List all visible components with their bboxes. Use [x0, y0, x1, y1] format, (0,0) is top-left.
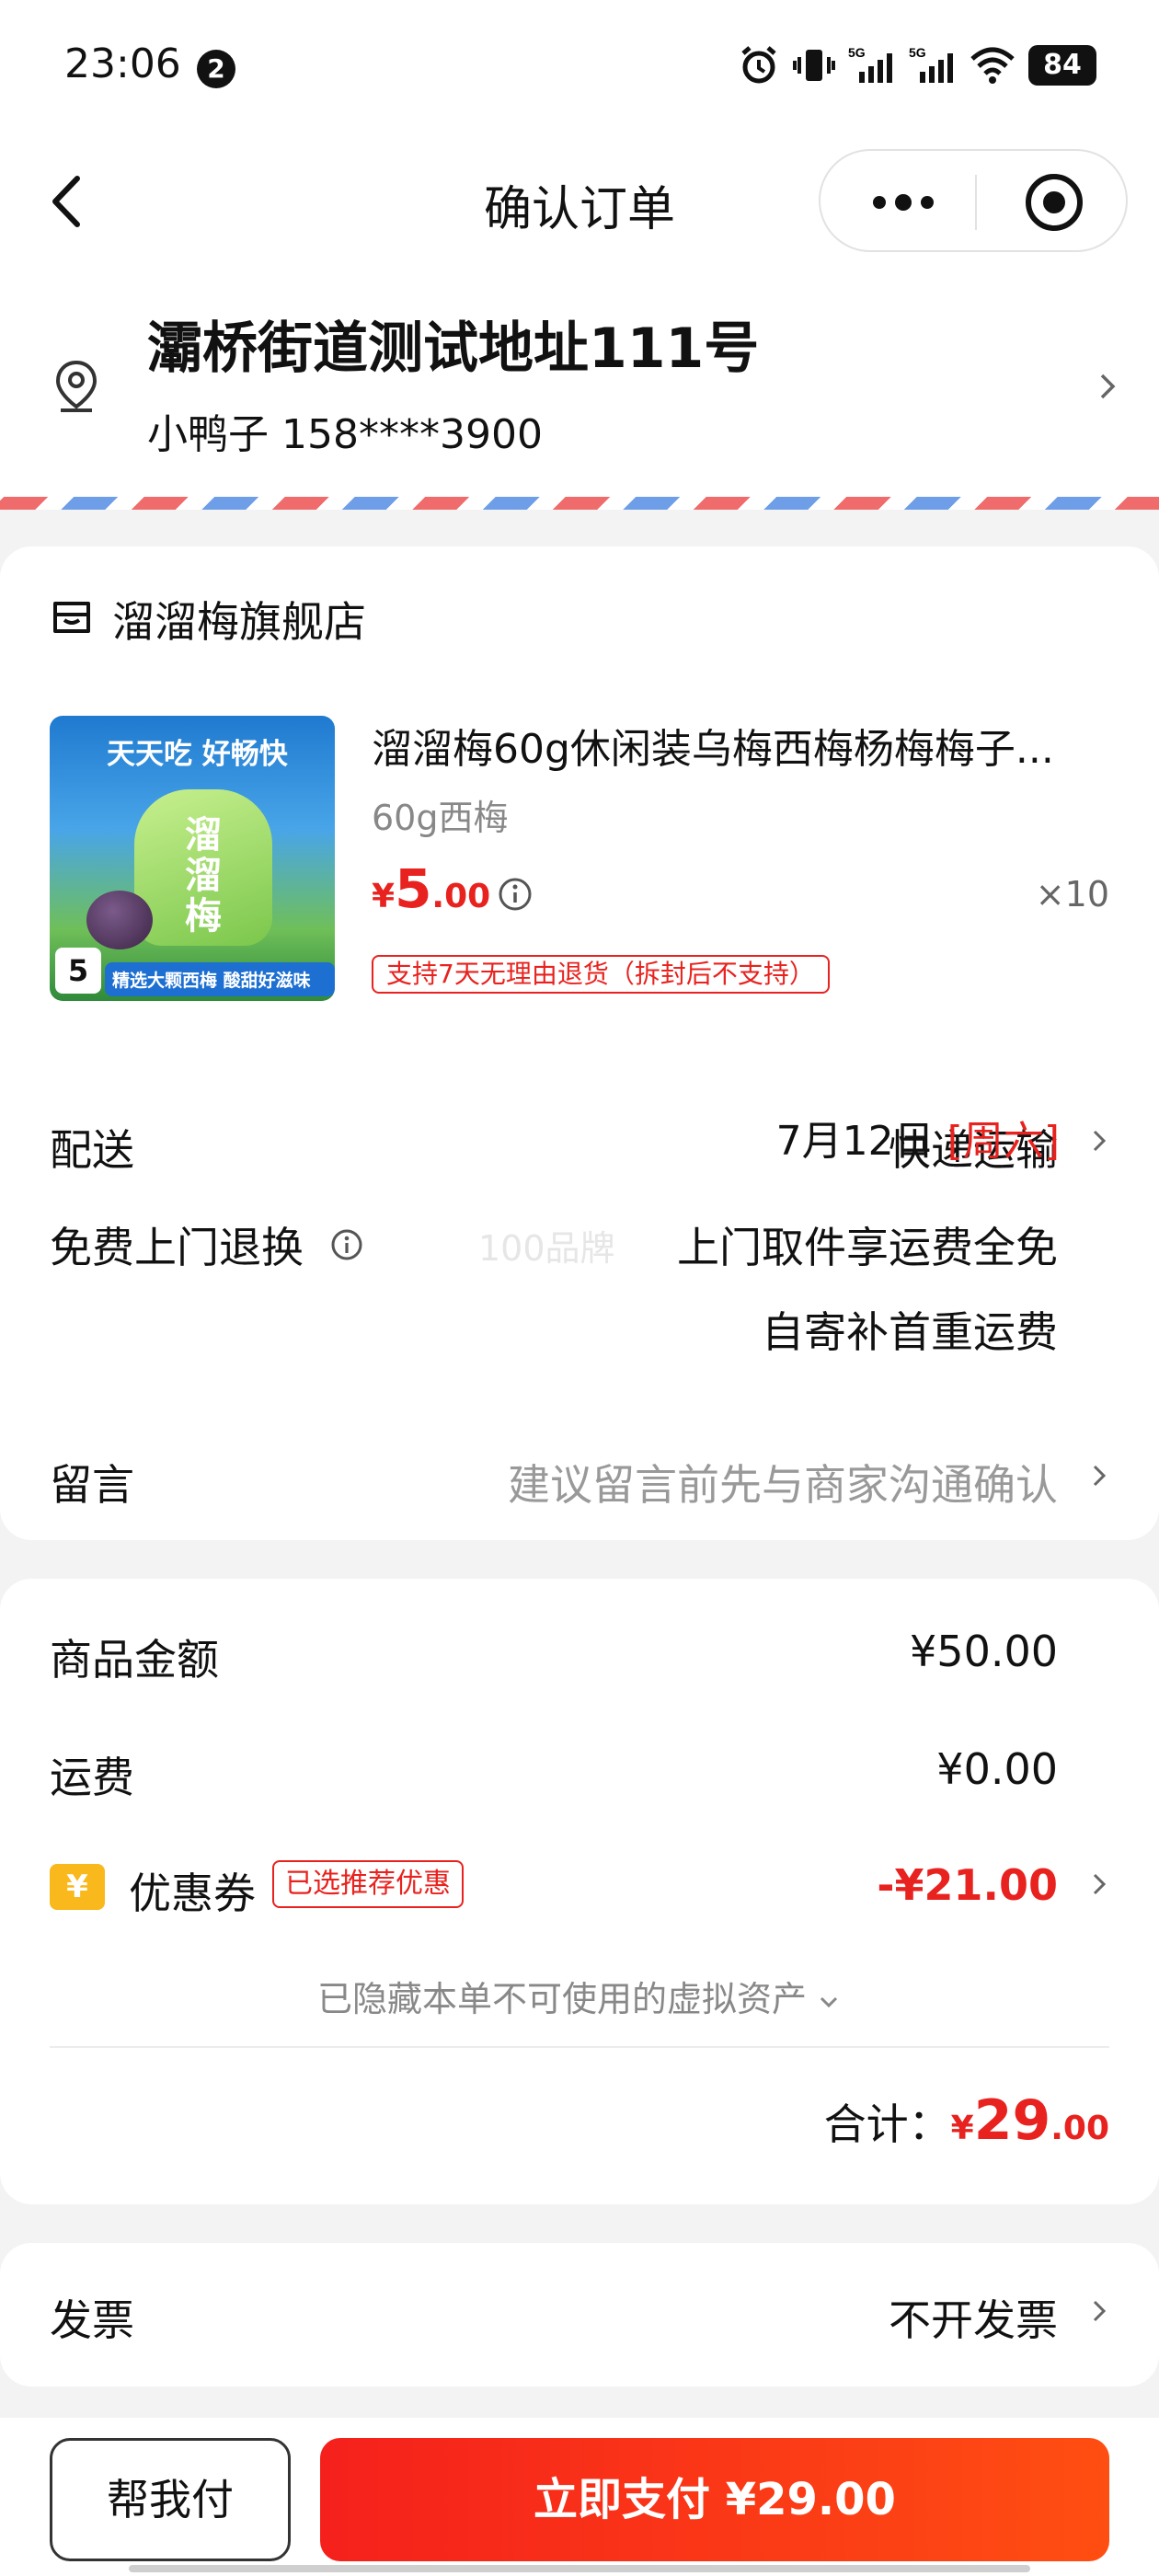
invoice-value[interactable]: 不开发票 [889, 2287, 1058, 2348]
notification-count-badge: 2 [197, 50, 235, 88]
delivery-label: 配送 [50, 1125, 134, 1175]
price-summary-card: 商品金额 ¥50.00 运费 ¥0.00 ¥ 优惠券 已选推荐优惠 -¥21.0… [0, 1579, 1159, 2204]
product-image-brand: 溜溜梅 [185, 814, 222, 937]
svg-text:5G: 5G [848, 45, 866, 60]
product-spec: 60g西梅 [372, 798, 509, 838]
address-contact: 小鸭子 158****3900 [147, 411, 543, 458]
address-section[interactable]: 灞桥街道测试地址111号 小鸭子 158****3900 [0, 267, 1159, 497]
battery-level: 84 [1028, 45, 1096, 86]
coupon-label: 优惠券 [129, 1869, 256, 1918]
shop-icon [53, 602, 90, 633]
chevron-right-icon [1093, 1873, 1107, 1895]
home-indicator [129, 2565, 1030, 2572]
signal-5g-icon: 5G [848, 45, 892, 83]
airmail-border-stripe [0, 497, 1159, 510]
status-icons: 5G 5G 84 [738, 44, 1096, 86]
product-quantity: ×10 [1035, 874, 1109, 914]
shipping-label: 运费 [50, 1753, 134, 1802]
vibrate-icon [793, 50, 835, 81]
address-title: 灞桥街道测试地址111号 [147, 316, 760, 381]
wifi-icon [970, 47, 1015, 84]
pay-now-button[interactable]: 立即支付 ¥29.00 [320, 2438, 1109, 2561]
help-pay-button[interactable]: 帮我付 [50, 2438, 291, 2561]
note-input[interactable]: 建议留言前先与商家沟通确认 [508, 1452, 1058, 1512]
chevron-right-icon [1093, 1465, 1107, 1487]
shop-name[interactable]: 溜溜梅旗舰店 [112, 589, 366, 650]
invoice-card[interactable]: 发票 不开发票 [0, 2243, 1159, 2386]
note-label: 留言 [50, 1460, 134, 1510]
free-return-selfsend-text: 自寄补首重运费 [762, 1307, 1058, 1357]
more-icon[interactable] [866, 180, 940, 224]
bottom-action-bar: 帮我付 立即支付 ¥29.00 [0, 2418, 1159, 2576]
chevron-down-icon [820, 1996, 838, 2007]
nav-bar: 确认订单 [0, 138, 1159, 267]
coupon-icon: ¥ [50, 1864, 105, 1910]
order-total: 合计：¥29.00 [823, 2088, 1109, 2153]
order-item-card: 溜溜梅旗舰店 天天吃 好畅快 溜溜梅 5 精选大颗西梅 酸甜好滋味 溜溜梅60g… [0, 546, 1159, 1540]
product-image[interactable]: 天天吃 好畅快 溜溜梅 5 精选大颗西梅 酸甜好滋味 [50, 716, 335, 1001]
price-info-icon[interactable] [497, 876, 534, 913]
hidden-assets-toggle[interactable]: 已隐藏本单不可使用的虚拟资产 [0, 1971, 1159, 2021]
chevron-right-icon [1100, 374, 1116, 399]
product-price: ¥5.00 [372, 857, 491, 920]
product-image-banner: 天天吃 好畅快 [107, 738, 288, 771]
chevron-right-icon [1093, 1130, 1107, 1152]
free-return-label: 免费上门退换 [50, 1223, 304, 1272]
goods-amount-value: ¥50.00 [910, 1627, 1058, 1676]
location-pin-icon [55, 360, 98, 412]
delivery-date: 7月12日 [周六] [775, 1118, 1060, 1165]
free-return-info-icon[interactable] [329, 1227, 364, 1262]
product-image-price-tag: 5 [55, 948, 101, 994]
close-target-icon[interactable] [1023, 171, 1085, 234]
divider [50, 2046, 1109, 2048]
brand-watermark: 100品牌 [478, 1228, 615, 1269]
svg-text:5G: 5G [909, 45, 926, 60]
alarm-icon [741, 46, 776, 84]
invoice-label: 发票 [50, 2295, 134, 2345]
free-return-pickup-text: 上门取件享运费全免 [677, 1223, 1058, 1272]
status-bar: 23:06 2 5G 5G 84 [0, 0, 1159, 138]
chevron-right-icon [1093, 2300, 1107, 2322]
coupon-recommended-tag: 已选推荐优惠 [272, 1860, 464, 1908]
capsule-divider [975, 175, 977, 230]
status-time: 23:06 [64, 40, 181, 87]
product-title[interactable]: 溜溜梅60g休闲装乌梅西梅杨梅梅子... [372, 716, 1126, 775]
signal-5g-icon: 5G [909, 45, 953, 83]
product-image-caption: 精选大颗西梅 酸甜好滋味 [105, 962, 335, 996]
return-policy-tag: 支持7天无理由退货（拆封后不支持） [372, 955, 830, 994]
shipping-value: ¥0.00 [936, 1744, 1058, 1794]
coupon-value[interactable]: -¥21.00 [877, 1860, 1058, 1910]
plum-illustration [86, 891, 153, 949]
miniprogram-capsule [819, 149, 1128, 252]
goods-amount-label: 商品金额 [50, 1635, 219, 1685]
